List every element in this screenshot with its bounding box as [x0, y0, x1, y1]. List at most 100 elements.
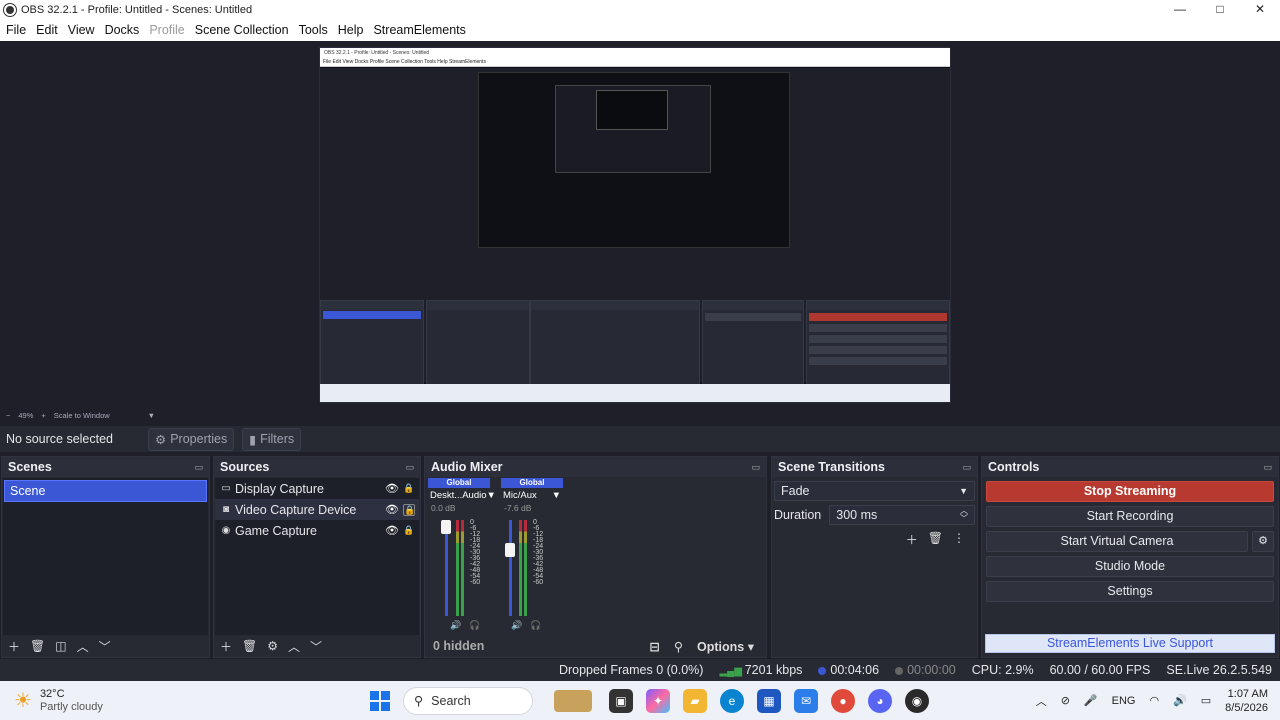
search-icon: ⚲: [414, 694, 424, 708]
menu-streamelements[interactable]: StreamElements: [373, 23, 465, 37]
volume-slider-track[interactable]: [509, 520, 512, 616]
start-virtual-camera-button[interactable]: Start Virtual Camera: [986, 531, 1248, 552]
speaker-icon[interactable]: 🔊: [511, 620, 522, 631]
duration-input[interactable]: 300 ms ︿ ﹀: [829, 505, 975, 525]
close-button[interactable]: ✕: [1240, 0, 1280, 19]
scale-mode-select[interactable]: Scale to Window: [54, 411, 110, 420]
obs-logo-icon: [4, 3, 16, 16]
volume-slider-knob[interactable]: [441, 520, 451, 534]
maximize-button[interactable]: □: [1200, 0, 1240, 19]
menu-tools[interactable]: Tools: [299, 23, 328, 37]
source-item-display-capture[interactable]: ▭ Display Capture 👁 🔒: [215, 478, 419, 499]
chevron-up-icon[interactable]: ︿: [1036, 693, 1047, 709]
store-icon[interactable]: ▦: [757, 688, 781, 713]
undock-icon[interactable]: ▭: [405, 462, 414, 473]
move-up-icon[interactable]: ︿: [77, 638, 89, 655]
bitrate-group: ▂▄▆ 7201 kbps: [719, 663, 803, 677]
gear-icon[interactable]: ⚙: [1252, 531, 1274, 552]
filter-icon[interactable]: ◫: [55, 639, 66, 653]
undock-icon[interactable]: ▭: [751, 462, 760, 473]
menu-file[interactable]: File: [6, 23, 26, 37]
layout-icon[interactable]: ⊟: [649, 639, 659, 654]
headphones-icon[interactable]: 🎧: [469, 620, 480, 631]
menu-profile[interactable]: Profile: [149, 23, 184, 37]
menu-edit[interactable]: Edit: [36, 23, 58, 37]
move-down-icon[interactable]: ﹀: [310, 638, 322, 655]
add-icon[interactable]: ＋: [906, 531, 918, 548]
record-icon: [895, 666, 904, 675]
undock-icon[interactable]: ▭: [194, 462, 203, 473]
hidden-count[interactable]: 0 hidden: [433, 639, 484, 653]
gamepad-icon: ◉: [221, 525, 231, 536]
move-up-icon[interactable]: ︿: [288, 638, 300, 655]
spin-icon[interactable]: ︿ ﹀: [960, 507, 968, 523]
trash-icon[interactable]: 🗑: [30, 639, 45, 653]
volume-slider-track[interactable]: [445, 520, 448, 616]
stop-streaming-button[interactable]: Stop Streaming: [986, 481, 1274, 502]
zoom-out-button[interactable]: −: [6, 411, 10, 420]
start-button[interactable]: [370, 690, 390, 711]
menu-docks[interactable]: Docks: [105, 23, 140, 37]
chrome-icon[interactable]: ●: [831, 688, 855, 713]
source-item-game-capture[interactable]: ◉ Game Capture 👁 🔒: [215, 520, 419, 541]
preview-canvas[interactable]: OBS 32.2.1 - Profile: Untitled - Scenes:…: [319, 47, 951, 403]
move-down-icon[interactable]: ﹀: [99, 638, 111, 655]
volume-icon[interactable]: 🔊: [1173, 694, 1187, 707]
lock-icon[interactable]: 🔒: [403, 525, 415, 537]
eye-icon[interactable]: 👁: [385, 482, 399, 495]
file-explorer-icon[interactable]: ▰: [683, 688, 707, 713]
gear-icon[interactable]: ⚙: [267, 639, 278, 653]
volume-slider-knob[interactable]: [505, 543, 515, 557]
headphones-icon[interactable]: 🎧: [530, 620, 541, 631]
more-icon[interactable]: ⋮: [953, 531, 965, 548]
preview-area[interactable]: OBS 32.2.1 - Profile: Untitled - Scenes:…: [0, 41, 1280, 409]
language-indicator[interactable]: ENG: [1112, 695, 1136, 707]
discord-icon[interactable]: ◕: [868, 688, 892, 713]
se-live-support-button[interactable]: StreamElements Live Support: [985, 634, 1275, 653]
transition-select[interactable]: Fade ▼: [774, 481, 975, 501]
minimize-button[interactable]: —: [1160, 0, 1200, 19]
start-recording-button[interactable]: Start Recording: [986, 506, 1274, 527]
level-bar: [461, 520, 464, 616]
speaker-icon[interactable]: 🔊: [450, 620, 461, 631]
version: SE.Live 26.2.5.549: [1166, 663, 1272, 677]
edge-icon[interactable]: e: [720, 688, 744, 713]
chevron-down-icon[interactable]: ▼: [148, 411, 155, 420]
undock-icon[interactable]: ▭: [962, 462, 971, 473]
eye-icon[interactable]: 👁: [385, 524, 399, 537]
filters-button[interactable]: ▮ Filters: [242, 427, 302, 451]
weather-widget[interactable]: ☀ 32°C Partly cloudy: [0, 688, 340, 714]
microphone-icon[interactable]: 🎤: [1084, 694, 1098, 707]
add-icon[interactable]: ＋: [8, 638, 20, 655]
wifi-icon[interactable]: ◠: [1149, 694, 1159, 707]
lock-icon[interactable]: 🔒: [403, 503, 415, 516]
duration-label: Duration: [774, 508, 822, 522]
source-item-video-capture[interactable]: ◙ Video Capture Device 👁 🔒: [215, 499, 419, 520]
undock-icon[interactable]: ▭: [1263, 462, 1272, 473]
options-button[interactable]: Options ▾: [697, 639, 754, 654]
eye-icon[interactable]: 👁: [385, 503, 399, 516]
taskbar-search[interactable]: ⚲ Search: [403, 686, 592, 715]
network-off-icon[interactable]: ⊘: [1061, 694, 1070, 707]
menu-help[interactable]: Help: [338, 23, 364, 37]
lock-icon[interactable]: 🔒: [403, 483, 415, 495]
link-icon[interactable]: ⚲: [674, 639, 683, 654]
trash-icon[interactable]: 🗑: [242, 639, 257, 653]
battery-icon[interactable]: ▭: [1201, 694, 1211, 707]
scene-item[interactable]: Scene: [4, 480, 207, 502]
settings-button[interactable]: Settings: [986, 581, 1274, 602]
clock[interactable]: 1:07 AM 8/5/2026: [1225, 687, 1268, 715]
channel-name[interactable]: Mic/Aux ▼: [501, 488, 563, 503]
task-view-icon[interactable]: ▣: [609, 688, 633, 713]
menu-scene-collection[interactable]: Scene Collection: [195, 23, 289, 37]
obs-icon[interactable]: ◉: [905, 688, 929, 713]
properties-button[interactable]: ⚙ Properties: [148, 427, 235, 451]
menu-view[interactable]: View: [68, 23, 95, 37]
add-icon[interactable]: ＋: [220, 638, 232, 655]
copilot-icon[interactable]: ✦: [646, 688, 670, 713]
studio-mode-button[interactable]: Studio Mode: [986, 556, 1274, 577]
zoom-in-button[interactable]: +: [41, 411, 45, 420]
outlook-icon[interactable]: ✉: [794, 688, 818, 713]
trash-icon[interactable]: 🗑: [928, 531, 943, 548]
channel-name[interactable]: Deskt...Audio ▼: [428, 488, 496, 503]
